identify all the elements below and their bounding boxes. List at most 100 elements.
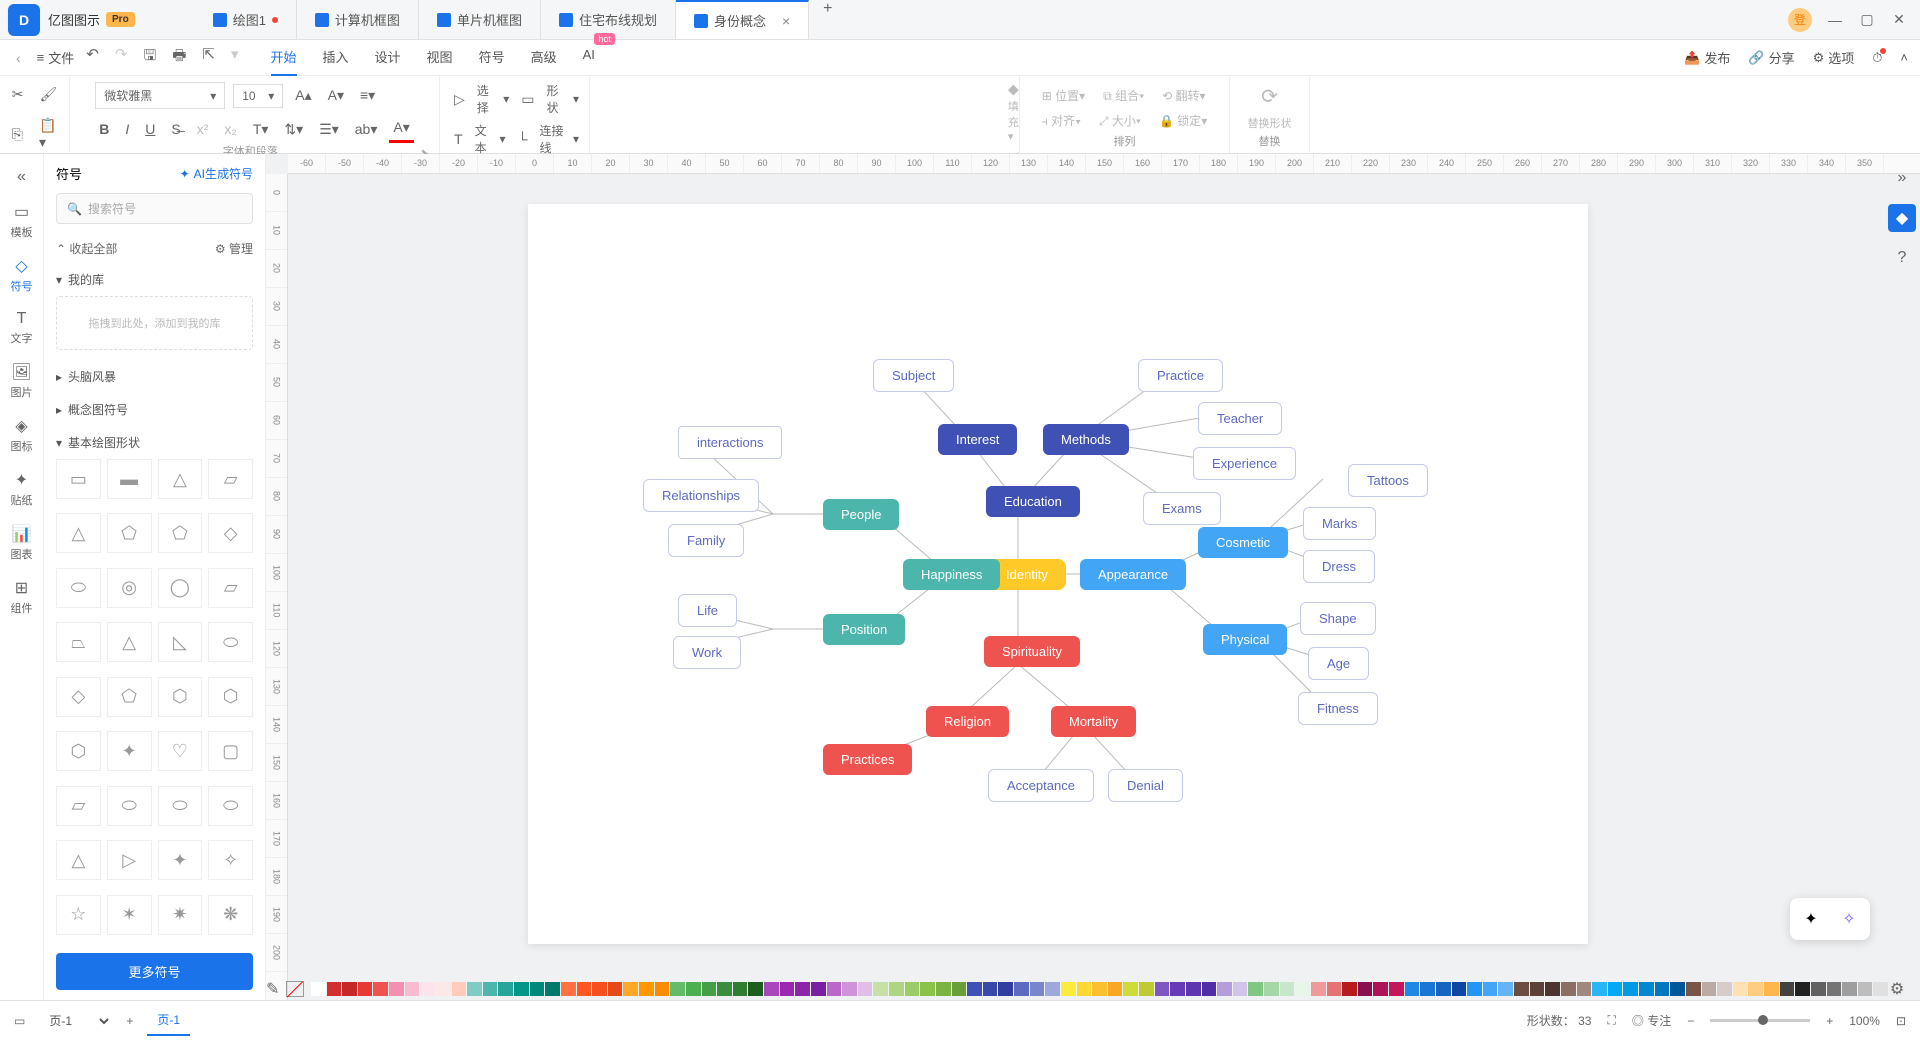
shrink-font-icon[interactable]: A▾: [324, 83, 348, 108]
color-swatch[interactable]: [1748, 982, 1763, 996]
color-swatch[interactable]: [936, 982, 951, 996]
color-swatch[interactable]: [623, 982, 638, 996]
node-acceptance[interactable]: Acceptance: [988, 769, 1094, 802]
shape-stencil[interactable]: ⬠: [107, 513, 152, 553]
color-swatch[interactable]: [1592, 982, 1607, 996]
color-swatch[interactable]: [1686, 982, 1701, 996]
color-swatch[interactable]: [1577, 982, 1592, 996]
node-interactions[interactable]: interactions: [678, 426, 782, 459]
shape-stencil[interactable]: ▷: [107, 840, 152, 880]
color-swatch[interactable]: [1795, 982, 1810, 996]
select-tool-icon[interactable]: ▷: [450, 87, 469, 112]
color-swatch[interactable]: [311, 982, 326, 996]
color-swatch[interactable]: [1545, 982, 1560, 996]
color-swatch[interactable]: [1764, 982, 1779, 996]
shape-stencil[interactable]: ◺: [158, 622, 203, 662]
color-swatch[interactable]: [1514, 982, 1529, 996]
tab-mcu[interactable]: 单片机框图: [419, 0, 541, 39]
share-button[interactable]: 🔗 分享: [1748, 48, 1794, 67]
color-swatch[interactable]: [514, 982, 529, 996]
color-swatch[interactable]: [1139, 982, 1154, 996]
color-swatch[interactable]: [373, 982, 388, 996]
expand-right-icon[interactable]: »: [1888, 164, 1916, 192]
color-swatch[interactable]: [920, 982, 935, 996]
color-swatch[interactable]: [1483, 982, 1498, 996]
shape-stencil[interactable]: ⏢: [56, 622, 101, 662]
rail-图标[interactable]: ◈图标: [11, 408, 33, 462]
color-swatch[interactable]: [1639, 982, 1654, 996]
color-swatch[interactable]: [530, 982, 545, 996]
text-label[interactable]: 文本: [475, 122, 492, 156]
user-avatar[interactable]: 登: [1788, 8, 1812, 32]
node-subject[interactable]: Subject: [873, 359, 954, 392]
node-age[interactable]: Age: [1308, 647, 1369, 680]
concept-section[interactable]: ▸ 概念图符号: [44, 393, 265, 426]
node-cosmetic[interactable]: Cosmetic: [1198, 527, 1288, 558]
shape-stencil[interactable]: ☆: [56, 895, 101, 935]
more-symbols-button[interactable]: 更多符号: [56, 953, 253, 990]
shape-stencil[interactable]: ⬡: [208, 677, 253, 717]
color-swatch[interactable]: [811, 982, 826, 996]
shape-stencil[interactable]: ◇: [56, 677, 101, 717]
bold-icon[interactable]: B: [95, 117, 113, 141]
color-swatch[interactable]: [1327, 982, 1342, 996]
resize-button[interactable]: ⤢ 大小▾: [1099, 112, 1141, 129]
connector-icon[interactable]: └: [514, 127, 532, 151]
node-position[interactable]: Position: [823, 614, 905, 645]
color-swatch[interactable]: [795, 982, 810, 996]
color-swatch[interactable]: [1623, 982, 1638, 996]
zoom-in-button[interactable]: +: [1826, 1014, 1833, 1028]
color-swatch[interactable]: [1170, 982, 1185, 996]
shape-stencil[interactable]: ▱: [208, 568, 253, 608]
maximize-button[interactable]: ▢: [1858, 11, 1876, 28]
menu-view[interactable]: 视图: [427, 39, 453, 76]
zoom-out-button[interactable]: −: [1687, 1014, 1694, 1028]
color-swatch[interactable]: [1498, 982, 1513, 996]
shape-stencil[interactable]: ⬭: [56, 568, 101, 608]
color-swatch[interactable]: [561, 982, 576, 996]
color-swatch[interactable]: [577, 982, 592, 996]
canvas[interactable]: Identity Happiness People Position inter…: [288, 174, 1920, 1000]
undo-icon[interactable]: ↶: [86, 45, 99, 70]
rail-符号[interactable]: ◇符号: [11, 248, 33, 302]
node-practice[interactable]: Practice: [1138, 359, 1223, 392]
tab-drawing1[interactable]: 绘图1: [195, 0, 297, 39]
node-shape[interactable]: Shape: [1300, 602, 1376, 635]
node-people[interactable]: People: [823, 499, 899, 530]
shape-stencil[interactable]: ▭: [56, 459, 101, 499]
close-icon[interactable]: ×: [782, 13, 790, 29]
tab-identity[interactable]: 身份概念×: [676, 0, 809, 39]
brainstorm-section[interactable]: ▸ 头脑风暴: [44, 360, 265, 393]
color-swatch[interactable]: [1358, 982, 1373, 996]
node-education[interactable]: Education: [986, 486, 1080, 517]
color-swatch[interactable]: [452, 982, 467, 996]
node-work[interactable]: Work: [673, 636, 741, 669]
shape-stencil[interactable]: ▱: [56, 786, 101, 826]
shape-stencil[interactable]: ♡: [158, 731, 203, 771]
color-swatch[interactable]: [498, 982, 513, 996]
color-swatch[interactable]: [1842, 982, 1857, 996]
shape-stencil[interactable]: ✷: [158, 895, 203, 935]
color-swatch[interactable]: [983, 982, 998, 996]
color-swatch[interactable]: [1780, 982, 1795, 996]
export-icon[interactable]: ⇱: [202, 45, 215, 70]
color-swatch[interactable]: [1827, 982, 1842, 996]
color-swatch[interactable]: [405, 982, 420, 996]
color-swatch[interactable]: [1702, 982, 1717, 996]
node-mortality[interactable]: Mortality: [1051, 706, 1136, 737]
menu-symbol[interactable]: 符号: [479, 39, 505, 76]
menu-advanced[interactable]: 高级: [531, 39, 557, 76]
node-fitness[interactable]: Fitness: [1298, 692, 1378, 725]
grow-font-icon[interactable]: A▴: [291, 83, 315, 108]
add-page-button[interactable]: +: [126, 1014, 133, 1028]
color-swatch[interactable]: [342, 982, 357, 996]
font-select[interactable]: 微软雅黑▾: [95, 82, 225, 109]
rail-图片[interactable]: 🖼图片: [11, 354, 33, 408]
color-swatch[interactable]: [1608, 982, 1623, 996]
rail-图表[interactable]: 📊图表: [11, 516, 33, 570]
page-select[interactable]: 页-1: [39, 1009, 112, 1033]
menu-insert[interactable]: 插入: [323, 39, 349, 76]
shape-stencil[interactable]: ⬡: [56, 731, 101, 771]
color-swatch[interactable]: [967, 982, 982, 996]
zoom-value[interactable]: 100%: [1849, 1014, 1880, 1028]
